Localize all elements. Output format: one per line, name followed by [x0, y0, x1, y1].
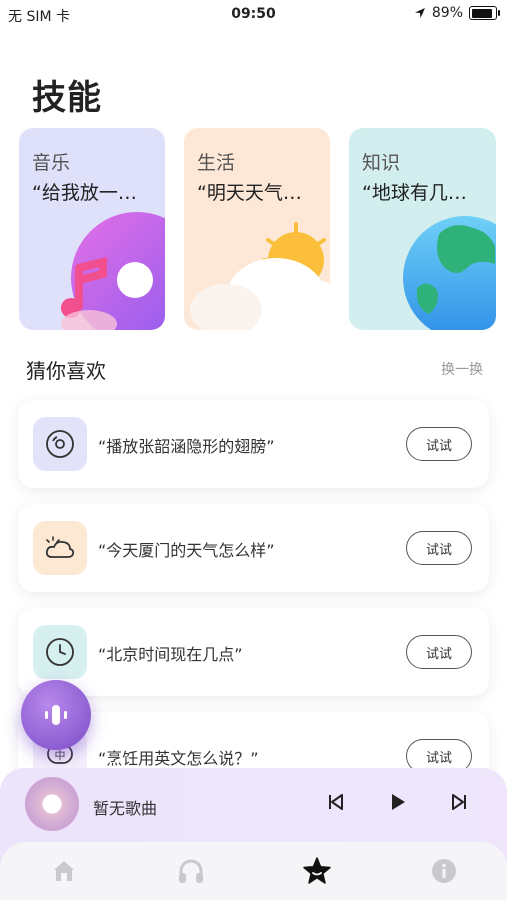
- suggestion-text: “北京时间现在几点”: [98, 645, 243, 664]
- svg-text:中: 中: [55, 749, 66, 762]
- status-right: 89%: [414, 5, 500, 21]
- battery-percent: 89%: [431, 5, 463, 21]
- suggestion-row[interactable]: “北京时间现在几点” 试试: [18, 608, 489, 696]
- tab-music[interactable]: [174, 854, 208, 888]
- suggestion-row[interactable]: “播放张韶涵隐形的翅膀” 试试: [18, 400, 489, 488]
- skill-card-life[interactable]: 生活 “明天天气…: [184, 128, 330, 330]
- skill-card-knowledge[interactable]: 知识 “地球有几…: [349, 128, 496, 330]
- suggestion-row[interactable]: “今天厦门的天气怎么样” 试试: [18, 504, 489, 592]
- suggestion-text: “今天厦门的天气怎么样”: [98, 541, 275, 560]
- clock-icon: [33, 625, 87, 679]
- try-button[interactable]: 试试: [406, 427, 472, 461]
- album-disc: [25, 777, 79, 831]
- previous-track-icon[interactable]: [326, 792, 346, 812]
- skill-card-music[interactable]: 音乐 “给我放一…: [19, 128, 165, 330]
- song-title: 暂无歌曲: [93, 799, 158, 818]
- refresh-button[interactable]: 换一换: [441, 359, 483, 379]
- location-arrow-icon: [414, 8, 425, 18]
- voice-assistant-button[interactable]: [21, 680, 91, 750]
- tab-skills[interactable]: [300, 854, 334, 888]
- try-button[interactable]: 试试: [406, 635, 472, 669]
- headphones-icon: [179, 859, 203, 883]
- music-disc-icon: [33, 417, 87, 471]
- home-icon: [54, 861, 74, 881]
- weather-cloud-icon: [33, 521, 87, 575]
- microphone-icon: [45, 705, 67, 725]
- music-illustration-icon: [61, 212, 165, 330]
- tab-home[interactable]: [47, 854, 81, 888]
- suggestion-text: “烹饪用英文怎么说？”: [98, 749, 259, 768]
- page-title: 技能: [32, 78, 102, 118]
- info-icon: [432, 859, 456, 883]
- tab-about[interactable]: [427, 854, 461, 888]
- globe-illustration-icon: [403, 216, 496, 330]
- try-button[interactable]: 试试: [406, 531, 472, 565]
- next-track-icon[interactable]: [449, 792, 469, 812]
- suggestion-text: “播放张韶涵隐形的翅膀”: [98, 437, 275, 456]
- section-title: 猜你喜欢: [26, 359, 106, 383]
- sun-cloud-illustration-icon: [190, 222, 330, 330]
- play-icon[interactable]: [388, 792, 408, 812]
- battery-icon: [469, 6, 500, 20]
- status-bar: 无 SIM 卡 09:50 89%: [0, 0, 507, 30]
- tab-bar: [0, 842, 507, 900]
- star-icon: [303, 857, 331, 884]
